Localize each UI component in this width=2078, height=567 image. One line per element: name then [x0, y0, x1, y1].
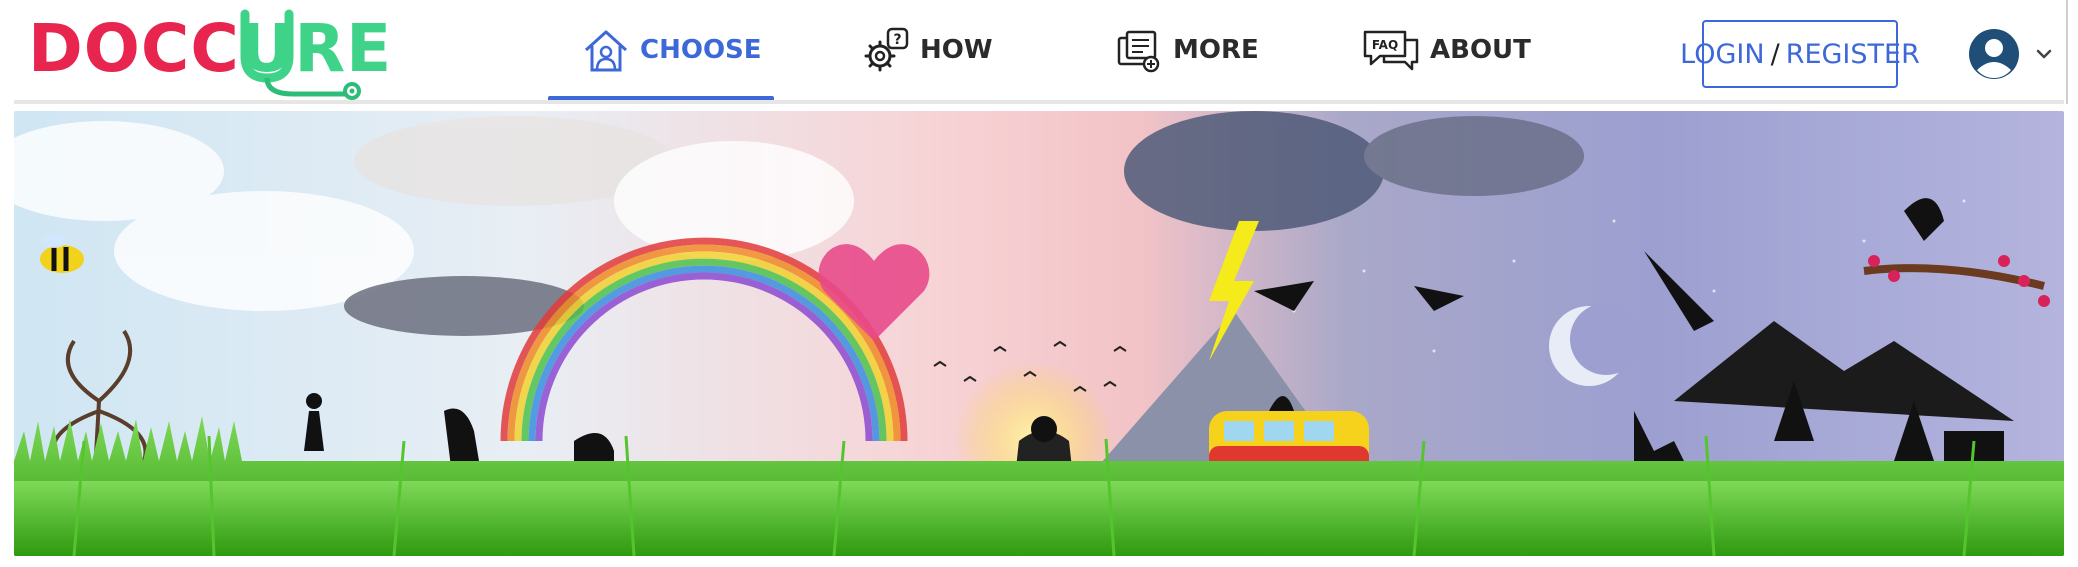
- chevron-down-icon[interactable]: [2034, 44, 2054, 64]
- tab-about[interactable]: FAQ ABOUT: [1362, 18, 1531, 82]
- hero-illustration: [14, 111, 2064, 556]
- navbar-edge: [2066, 0, 2068, 104]
- login-register-button[interactable]: LOGIN / REGISTER: [1680, 20, 1920, 88]
- stethoscope-icon: [240, 9, 361, 100]
- tab-about-label: ABOUT: [1430, 35, 1531, 65]
- auth-separator: /: [1770, 38, 1780, 70]
- register-link[interactable]: REGISTER: [1786, 39, 1920, 70]
- tab-choose-label: CHOOSE: [640, 35, 762, 65]
- tab-more-label: MORE: [1173, 35, 1259, 65]
- logo-text-doc: DOCC: [28, 10, 240, 87]
- login-link[interactable]: LOGIN: [1680, 39, 1764, 70]
- tab-more[interactable]: MORE: [1115, 18, 1259, 82]
- navbar-divider: [14, 100, 2064, 104]
- doccure-logo[interactable]: DOCCURE: [28, 8, 391, 100]
- tab-choose[interactable]: CHOOSE: [582, 18, 762, 82]
- tab-how-label: HOW: [920, 35, 993, 65]
- svg-text:FAQ: FAQ: [1372, 38, 1398, 52]
- home-user-icon: [584, 30, 628, 72]
- tab-how[interactable]: ? HOW: [862, 18, 993, 82]
- faq-chat-icon: FAQ: [1363, 30, 1419, 71]
- documents-add-icon: [1117, 30, 1160, 73]
- top-navbar: DOCCURE CHOOSE ? HOW MORE FAQ ABOUT LOGI…: [0, 0, 2078, 104]
- gear-question-icon: ?: [864, 27, 909, 72]
- user-avatar-icon[interactable]: [1968, 28, 2020, 80]
- hero-banner: [14, 111, 2064, 556]
- svg-text:?: ?: [893, 32, 901, 48]
